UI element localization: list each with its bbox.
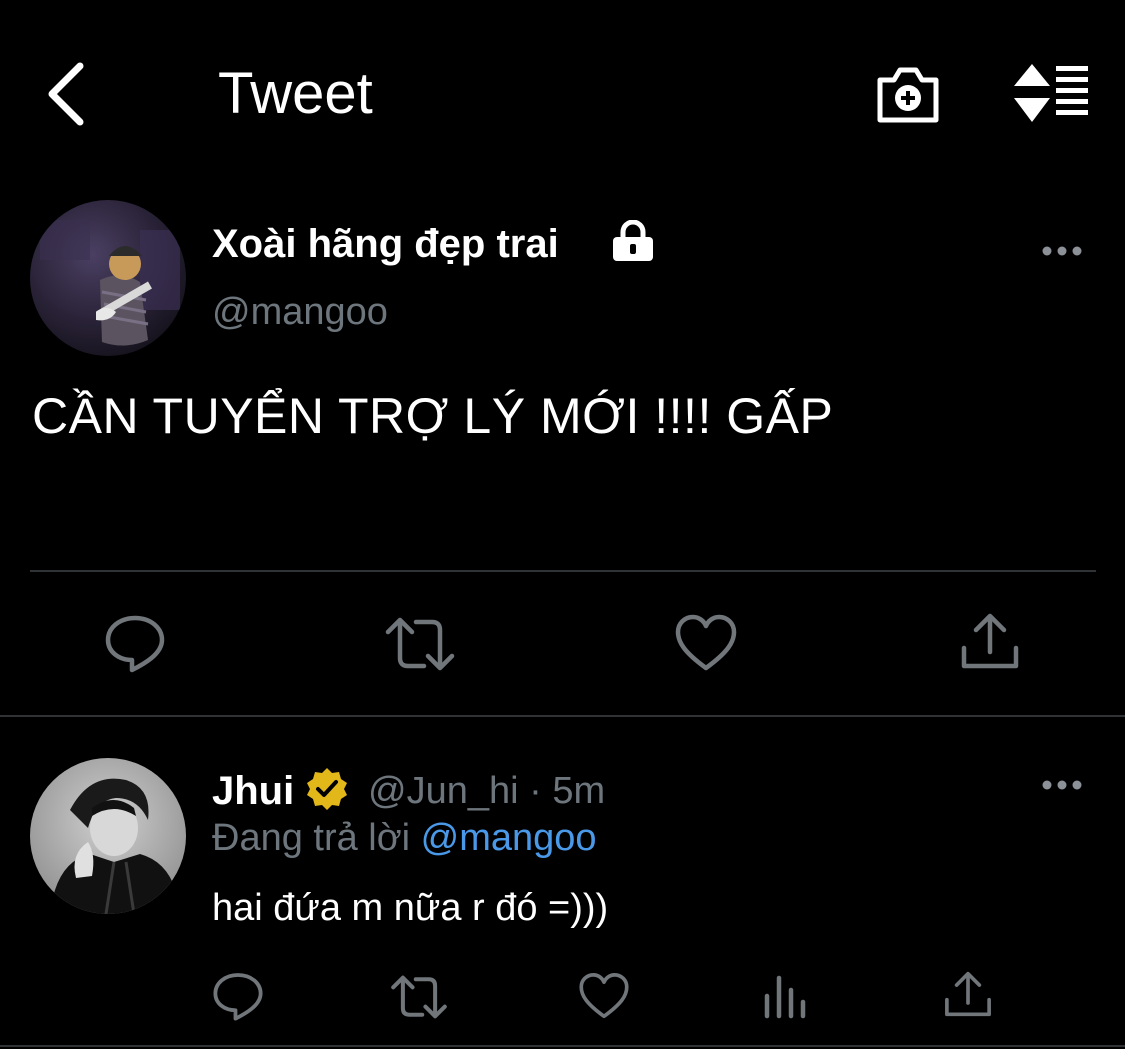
share-button[interactable]	[958, 610, 1022, 672]
lock-icon	[610, 219, 656, 262]
divider	[0, 715, 1125, 717]
share-icon	[945, 971, 991, 1017]
back-button[interactable]	[40, 58, 96, 130]
more-dots-icon	[1042, 246, 1082, 256]
like-button[interactable]	[578, 970, 630, 1022]
author-handle[interactable]: @mangoo	[212, 290, 388, 334]
camera-button[interactable]	[874, 64, 942, 126]
like-icon	[675, 614, 737, 671]
share-icon	[961, 613, 1019, 669]
author-name[interactable]: Xoài hãng đẹp trai	[212, 220, 559, 268]
reply-button[interactable]	[104, 612, 166, 674]
retweet-icon	[385, 617, 455, 671]
reply-icon	[105, 615, 165, 673]
replying-prefix: Đang trả lời	[212, 817, 421, 859]
views-icon	[764, 975, 806, 1019]
chevron-left-icon	[48, 62, 84, 126]
retweet-button[interactable]	[390, 972, 448, 1022]
reply-icon	[213, 973, 263, 1021]
views-button[interactable]	[762, 970, 808, 1020]
more-options-button[interactable]	[1040, 770, 1084, 800]
reply-text: hai đứa m nữa r đó =)))	[212, 887, 609, 929]
avatar-image	[30, 200, 186, 356]
divider	[30, 570, 1096, 572]
divider	[0, 1045, 1125, 1047]
page-title: Tweet	[218, 61, 373, 126]
retweet-button[interactable]	[384, 614, 456, 674]
like-button[interactable]	[674, 612, 738, 674]
avatar-image	[30, 758, 186, 914]
author-avatar[interactable]	[30, 200, 186, 356]
tweet-text: CẦN TUYỂN TRỢ LÝ MỚI !!!! GẤP	[32, 388, 834, 444]
reply-author-name[interactable]: Jhui	[212, 768, 294, 814]
more-dots-icon	[1042, 780, 1082, 790]
reply-handle-time[interactable]: @Jun_hi · 5m	[368, 768, 605, 814]
retweet-icon	[391, 975, 447, 1019]
like-icon	[579, 973, 629, 1019]
reply-button[interactable]	[212, 970, 264, 1022]
sort-list-icon	[1014, 64, 1088, 122]
share-button[interactable]	[942, 968, 994, 1020]
more-options-button[interactable]	[1040, 236, 1084, 266]
reply-author-avatar[interactable]	[30, 758, 186, 914]
verified-badge-icon	[304, 766, 350, 812]
replying-to: Đang trả lời @mangoo	[212, 814, 597, 862]
mention-link[interactable]: @mangoo	[421, 817, 597, 859]
sort-button[interactable]	[1012, 62, 1092, 124]
camera-plus-icon	[877, 67, 939, 123]
